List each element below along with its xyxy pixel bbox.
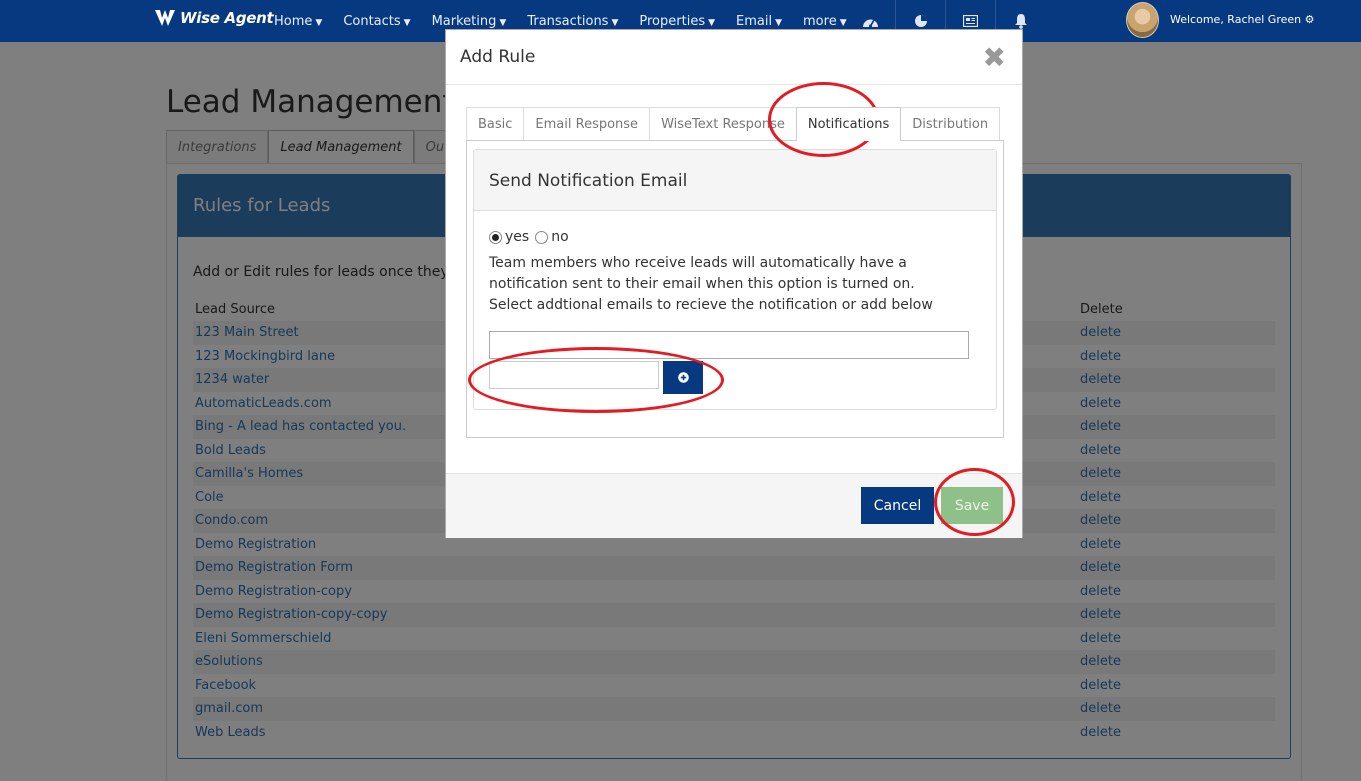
logo[interactable]: Wise Agent xyxy=(154,8,274,28)
caret-down-icon: ▼ xyxy=(315,17,323,28)
panel-body: yes no Team members who receive leads wi… xyxy=(474,211,996,394)
tab-notifications[interactable]: Notifications xyxy=(795,107,902,141)
caret-down-icon: ▼ xyxy=(499,17,507,28)
add-email-button[interactable] xyxy=(663,361,703,394)
notification-panel: Send Notification Email yes no Team memb… xyxy=(473,149,997,410)
nav-properties[interactable]: Properties ▼ xyxy=(639,14,715,29)
modal-header: Add Rule ✖ xyxy=(446,30,1022,85)
tab-basic[interactable]: Basic xyxy=(466,107,525,141)
plus-circle-icon xyxy=(677,372,689,383)
modal-footer: Cancel Save xyxy=(446,473,1022,538)
tab-email-response[interactable]: Email Response xyxy=(523,107,651,141)
nav-contacts[interactable]: Contacts ▼ xyxy=(343,14,410,29)
nav-home[interactable]: Home ▼ xyxy=(274,14,322,29)
cancel-button[interactable]: Cancel xyxy=(861,487,934,524)
notification-radio-group: yes no xyxy=(489,229,981,245)
logo-text: Wise Agent xyxy=(180,9,274,27)
caret-down-icon: ▼ xyxy=(611,17,619,28)
help-text-line1: Team members who receive leads will auto… xyxy=(489,255,915,292)
welcome-user[interactable]: Welcome, Rachel Green ⚙ xyxy=(1170,13,1314,26)
nav-email[interactable]: Email ▼ xyxy=(736,14,782,29)
nav-more[interactable]: more ▼ xyxy=(803,14,847,29)
close-icon[interactable]: ✖ xyxy=(983,44,1006,72)
nav-home-label: Home xyxy=(274,13,313,29)
radio-no[interactable] xyxy=(535,230,549,244)
caret-down-icon: ▼ xyxy=(775,17,783,28)
nav-email-label: Email xyxy=(736,13,773,29)
nav-contacts-label: Contacts xyxy=(343,13,401,29)
radio-yes-label: yes xyxy=(505,229,530,245)
notifications-tab-content: Send Notification Email yes no Team memb… xyxy=(466,140,1004,438)
welcome-text: Welcome, Rachel Green xyxy=(1170,13,1302,26)
nav-properties-label: Properties xyxy=(639,13,706,29)
add-rule-modal: Add Rule ✖ Basic Email Response WiseText… xyxy=(445,29,1023,538)
add-email-input[interactable] xyxy=(489,361,659,389)
caret-down-icon: ▼ xyxy=(403,17,411,28)
nav-transactions[interactable]: Transactions ▼ xyxy=(527,14,618,29)
radio-yes[interactable] xyxy=(489,230,502,244)
nav-transactions-label: Transactions xyxy=(527,13,609,29)
user-avatar[interactable] xyxy=(1126,2,1159,38)
nav-marketing-label: Marketing xyxy=(431,13,497,29)
save-button[interactable]: Save xyxy=(941,487,1003,524)
tab-distribution[interactable]: Distribution xyxy=(900,107,1001,141)
caret-down-icon: ▼ xyxy=(708,17,716,28)
modal-tabs: Basic Email Response WiseText Response N… xyxy=(466,107,1001,141)
tab-wisetext-response[interactable]: WiseText Response xyxy=(649,107,797,141)
nav-marketing[interactable]: Marketing ▼ xyxy=(432,14,507,29)
help-text: Team members who receive leads will auto… xyxy=(489,253,969,316)
modal-title: Add Rule xyxy=(460,47,536,67)
gear-icon[interactable]: ⚙ xyxy=(1305,13,1315,26)
help-text-line2: Select addtional emails to recieve the n… xyxy=(489,297,933,313)
radio-no-label: no xyxy=(551,229,569,245)
wise-agent-logo-icon xyxy=(155,10,175,26)
additional-emails-select[interactable] xyxy=(489,331,969,359)
nav-more-label: more xyxy=(803,13,837,29)
panel-title: Send Notification Email xyxy=(474,150,996,211)
